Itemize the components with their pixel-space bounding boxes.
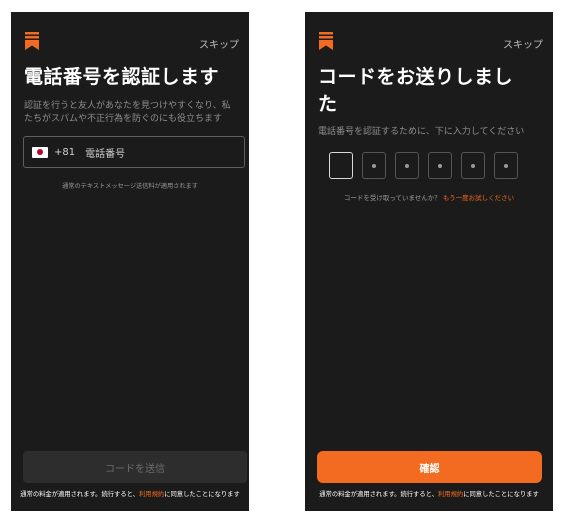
terms-footer: 通常の料金が適用されます。続行すると、利用規約に同意したことになります bbox=[305, 489, 553, 498]
footer-text-prefix: 通常の料金が適用されます。続行すると、 bbox=[319, 491, 438, 498]
verification-code-inputs bbox=[329, 152, 518, 179]
code-digit-1[interactable] bbox=[329, 152, 353, 179]
sms-fee-note: 通常のテキストメッセージ送信料が適用されます bbox=[62, 183, 198, 190]
resend-question: コードを受け取っていませんか？ bbox=[343, 194, 441, 202]
bookmark-logo-icon bbox=[319, 32, 333, 50]
resend-link[interactable]: もう一度お試しください bbox=[443, 194, 514, 202]
footer-text-prefix: 通常の料金が適用されます。続行すると、 bbox=[20, 491, 139, 498]
resend-prompt: コードを受け取っていませんか？ もう一度お試しください bbox=[305, 192, 553, 202]
code-digit-6[interactable] bbox=[494, 152, 518, 179]
terms-footer: 通常の料金が適用されます。続行すると、利用規約に同意したことになります bbox=[11, 489, 249, 498]
terms-link[interactable]: 利用規約 bbox=[438, 491, 463, 498]
bookmark-logo-icon bbox=[25, 32, 39, 50]
page-description: 電話番号を認証するために、下に入力してください bbox=[318, 127, 525, 137]
country-code[interactable]: +81 bbox=[54, 147, 75, 158]
title-line-2: た bbox=[318, 93, 338, 115]
code-digit-5[interactable] bbox=[461, 152, 485, 179]
japan-flag-icon bbox=[32, 146, 48, 158]
phone-number-field[interactable]: +81 電話番号 bbox=[23, 136, 245, 168]
page-title: コードをお送りしまし た bbox=[318, 64, 545, 118]
phone-verification-screen: スキップ 電話番号を認証します 認証を行うと友人があなたを見つけやすくなり、私た… bbox=[11, 12, 249, 511]
title-line-1: コードをお送りしまし bbox=[318, 66, 514, 88]
code-digit-3[interactable] bbox=[395, 152, 419, 179]
skip-button[interactable]: スキップ bbox=[503, 36, 543, 51]
code-digit-4[interactable] bbox=[428, 152, 452, 179]
code-digit-2[interactable] bbox=[362, 152, 386, 179]
skip-button[interactable]: スキップ bbox=[199, 36, 239, 51]
code-entry-screen: スキップ コードをお送りしまし た 電話番号を認証するために、下に入力してくださ… bbox=[305, 12, 553, 511]
page-title: 電話番号を認証します bbox=[24, 66, 220, 88]
footer-text-suffix: に同意したことになります bbox=[463, 491, 539, 498]
confirm-button[interactable]: 確認 bbox=[317, 451, 542, 483]
terms-link[interactable]: 利用規約 bbox=[139, 491, 164, 498]
phone-number-input[interactable]: 電話番号 bbox=[85, 145, 125, 160]
send-code-button[interactable]: コードを送信 bbox=[23, 451, 247, 483]
page-description: 認証を行うと友人があなたを見つけやすくなり、私たちがスパムや不正行為を防ぐのにも… bbox=[24, 101, 231, 124]
footer-text-suffix: に同意したことになります bbox=[164, 491, 240, 498]
